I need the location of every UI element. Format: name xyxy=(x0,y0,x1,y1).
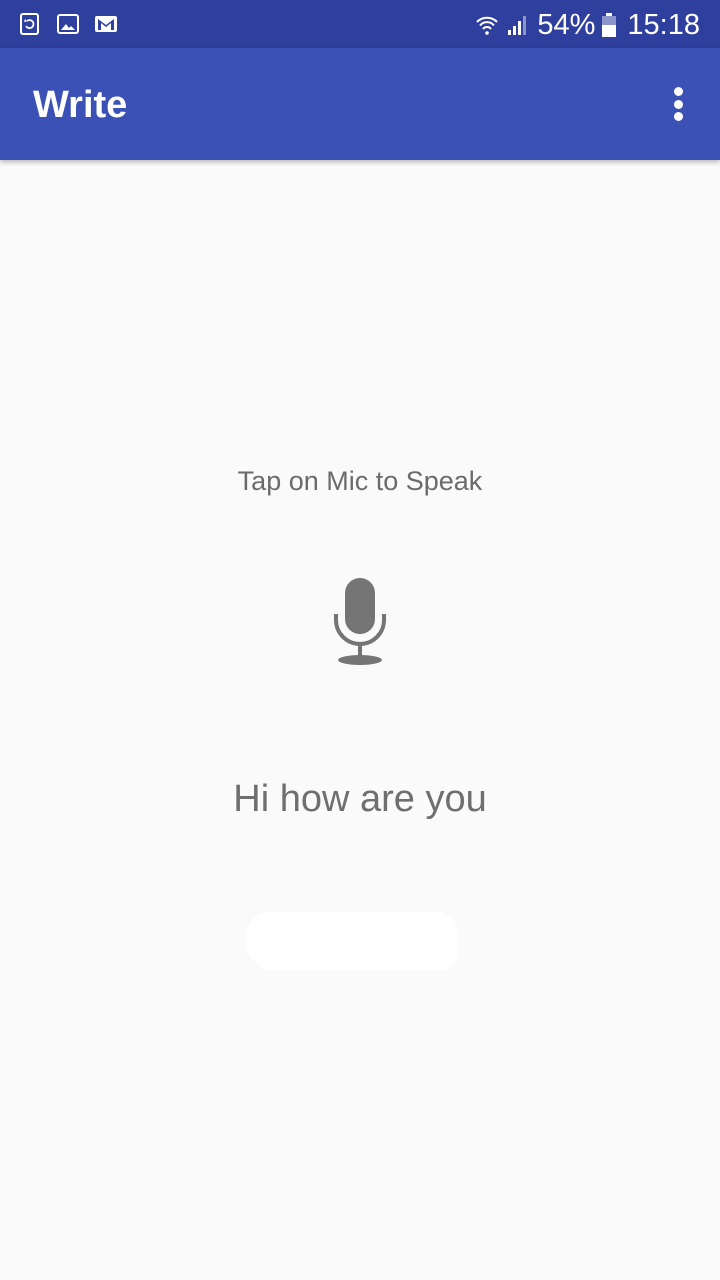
microphone-button[interactable] xyxy=(320,570,400,670)
redacted-area xyxy=(246,912,458,970)
speak-hint: Tap on Mic to Speak xyxy=(237,466,483,496)
app-title: Write xyxy=(33,84,128,126)
clock: 15:18 xyxy=(627,9,700,41)
transcript-text: Hi how are you xyxy=(233,778,487,820)
screen-rotate-icon xyxy=(20,13,39,35)
wifi-icon xyxy=(476,16,499,35)
system-indicators: 54% 15:18 xyxy=(475,8,700,42)
microphone-icon xyxy=(334,578,386,665)
app-bar: Write xyxy=(0,48,720,160)
signal-icon xyxy=(508,16,527,35)
battery-icon xyxy=(602,13,617,37)
more-vert-icon[interactable] xyxy=(658,84,698,124)
notification-icons xyxy=(18,12,118,36)
gmail-icon xyxy=(95,16,117,32)
battery-percent: 54% xyxy=(537,9,596,41)
gallery-icon xyxy=(57,14,79,34)
status-bar: 54% 15:18 xyxy=(0,0,720,48)
